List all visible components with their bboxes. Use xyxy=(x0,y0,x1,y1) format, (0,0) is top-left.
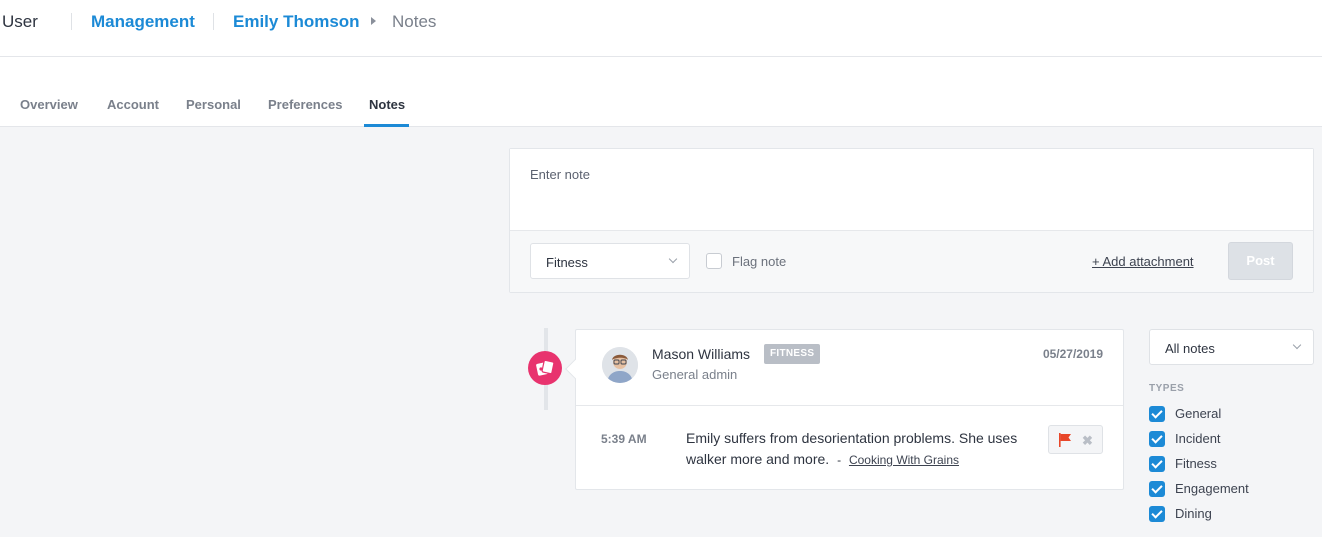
flag-note-checkbox[interactable] xyxy=(706,253,722,269)
type-label: Dining xyxy=(1175,506,1212,521)
note-card: Mason Williams FITNESS General admin 05/… xyxy=(575,329,1124,490)
note-related-link[interactable]: Cooking With Grains xyxy=(849,453,959,467)
notes-filter-select[interactable]: All notes xyxy=(1149,329,1314,365)
note-time: 5:39 AM xyxy=(601,432,647,446)
breadcrumb-divider xyxy=(213,13,214,30)
note-input[interactable] xyxy=(510,149,1313,230)
post-button[interactable]: Post xyxy=(1228,242,1293,280)
note-composer: Fitness Flag note + Add attachment Post xyxy=(509,148,1314,293)
checkbox-checked[interactable] xyxy=(1149,506,1165,522)
tab-personal[interactable]: Personal xyxy=(186,97,241,126)
chevron-right-icon xyxy=(371,17,376,25)
close-icon[interactable]: ✖ xyxy=(1082,433,1093,449)
note-header: Mason Williams FITNESS General admin 05/… xyxy=(576,330,1123,406)
notes-filter-value: All notes xyxy=(1165,341,1215,356)
add-attachment-link[interactable]: + Add attachment xyxy=(1092,254,1194,269)
tab-preferences[interactable]: Preferences xyxy=(268,97,342,126)
breadcrumb-divider xyxy=(71,13,72,30)
checkbox-checked[interactable] xyxy=(1149,431,1165,447)
tab-bar: Overview Account Personal Preferences No… xyxy=(0,57,1322,127)
tab-account[interactable]: Account xyxy=(107,97,159,126)
chevron-down-icon xyxy=(668,254,678,264)
type-label: Incident xyxy=(1175,431,1221,446)
flag-note-label: Flag note xyxy=(732,254,787,269)
type-label: Fitness xyxy=(1175,456,1217,471)
top-bar: User Management Emily Thomson Notes xyxy=(0,0,1322,57)
chevron-down-icon xyxy=(1292,340,1302,350)
type-label: Engagement xyxy=(1175,481,1249,496)
note-author: Mason Williams xyxy=(652,346,751,362)
avatar xyxy=(602,347,638,383)
composer-footer: Fitness Flag note + Add attachment Post xyxy=(510,230,1313,292)
checkbox-checked[interactable] xyxy=(1149,456,1165,472)
types-heading: TYPES xyxy=(1149,383,1185,394)
checkbox-checked[interactable] xyxy=(1149,406,1165,422)
breadcrumb-current: Notes xyxy=(392,12,437,31)
breadcrumb-person[interactable]: Emily Thomson xyxy=(233,12,360,32)
note-date: 05/27/2019 xyxy=(1042,347,1103,361)
breadcrumb-management[interactable]: Management xyxy=(91,12,195,32)
note-body: Emily suffers from desorientation proble… xyxy=(686,428,1031,471)
flag-icon[interactable] xyxy=(1057,432,1073,453)
note-type-select[interactable]: Fitness xyxy=(530,243,690,279)
tab-overview[interactable]: Overview xyxy=(20,97,78,126)
type-label: General xyxy=(1175,406,1222,421)
author-role: General admin xyxy=(652,367,738,382)
active-tab-indicator xyxy=(364,124,409,127)
note-type-value: Fitness xyxy=(546,255,588,270)
cards-icon xyxy=(528,351,562,385)
breadcrumb-user[interactable]: User xyxy=(2,12,38,32)
note-separator: - xyxy=(837,453,842,467)
tab-notes[interactable]: Notes xyxy=(369,97,405,126)
note-actions: ✖ xyxy=(1048,425,1103,454)
checkbox-checked[interactable] xyxy=(1149,481,1165,497)
note-type-badge: FITNESS xyxy=(764,344,821,364)
